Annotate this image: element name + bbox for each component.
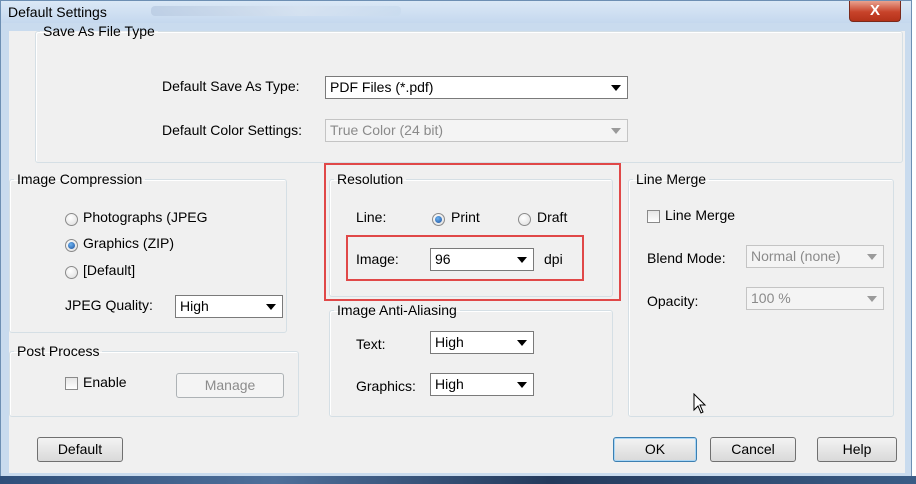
blurred-title-text bbox=[151, 6, 401, 16]
jpeg-quality-select[interactable]: High bbox=[175, 295, 283, 318]
default-save-as-type-label: Default Save As Type: bbox=[162, 78, 300, 94]
chevron-down-icon bbox=[266, 304, 276, 310]
anti-aliasing-legend: Image Anti-Aliasing bbox=[337, 302, 457, 318]
window-left-edge bbox=[1, 23, 9, 481]
anti-aliasing-graphics-label: Graphics: bbox=[356, 378, 416, 394]
ok-button[interactable]: OK bbox=[613, 437, 697, 462]
radio-photographs-jpeg-label: Photographs (JPEG bbox=[83, 209, 208, 225]
line-merge-checkbox[interactable] bbox=[647, 210, 660, 223]
chevron-down-icon bbox=[867, 254, 877, 260]
cancel-button[interactable]: Cancel bbox=[710, 437, 796, 462]
manage-button[interactable]: Manage bbox=[176, 373, 284, 398]
chevron-down-icon bbox=[517, 382, 527, 388]
line-merge-checkbox-label: Line Merge bbox=[665, 207, 736, 223]
title-bar[interactable]: Default Settings X bbox=[1, 1, 911, 23]
jpeg-quality-label: JPEG Quality: bbox=[65, 297, 153, 313]
chevron-down-icon bbox=[611, 85, 621, 91]
chevron-down-icon bbox=[611, 128, 621, 134]
default-save-as-type-value: PDF Files (*.pdf) bbox=[330, 79, 434, 95]
opacity-select[interactable]: 100 % bbox=[746, 287, 884, 310]
anti-aliasing-text-value: High bbox=[435, 334, 464, 350]
radio-photographs-jpeg[interactable] bbox=[65, 213, 78, 226]
close-button[interactable]: X bbox=[849, 1, 901, 22]
taskbar-strip bbox=[0, 476, 916, 484]
radio-default-label: [Default] bbox=[83, 262, 136, 278]
enable-checkbox-label: Enable bbox=[83, 374, 127, 390]
anti-aliasing-graphics-select[interactable]: High bbox=[430, 373, 534, 396]
blend-mode-select[interactable]: Normal (none) bbox=[746, 245, 884, 268]
anti-aliasing-text-select[interactable]: High bbox=[430, 331, 534, 354]
anti-aliasing-text-label: Text: bbox=[356, 336, 386, 352]
opacity-label: Opacity: bbox=[647, 293, 699, 309]
default-color-settings-select[interactable]: True Color (24 bit) bbox=[325, 119, 628, 142]
blend-mode-value: Normal (none) bbox=[751, 248, 841, 264]
save-as-legend: Save As File Type bbox=[43, 23, 155, 39]
window-title: Default Settings bbox=[8, 4, 107, 20]
opacity-value: 100 % bbox=[751, 290, 791, 306]
chevron-down-icon bbox=[867, 296, 877, 302]
anti-aliasing-graphics-value: High bbox=[435, 376, 464, 392]
default-color-settings-label: Default Color Settings: bbox=[162, 122, 303, 138]
help-button[interactable]: Help bbox=[817, 437, 897, 462]
blend-mode-label: Blend Mode: bbox=[647, 250, 726, 266]
image-dpi-highlight-box bbox=[346, 235, 584, 281]
radio-graphics-zip[interactable] bbox=[65, 239, 78, 252]
radio-graphics-zip-label: Graphics (ZIP) bbox=[83, 235, 175, 251]
enable-checkbox[interactable] bbox=[65, 377, 78, 390]
jpeg-quality-value: High bbox=[180, 298, 209, 314]
mouse-pointer-icon bbox=[693, 393, 707, 414]
chevron-down-icon bbox=[517, 340, 527, 346]
default-button[interactable]: Default bbox=[37, 437, 123, 462]
radio-default[interactable] bbox=[65, 266, 78, 279]
dialog-window: Default Settings X Save As File Type Def… bbox=[0, 0, 912, 481]
post-process-legend: Post Process bbox=[17, 343, 100, 359]
default-save-as-type-select[interactable]: PDF Files (*.pdf) bbox=[325, 76, 628, 99]
default-color-settings-value: True Color (24 bit) bbox=[330, 122, 444, 138]
anti-aliasing-group: Image Anti-Aliasing bbox=[329, 302, 613, 417]
dialog-client-area: Save As File Type Default Save As Type: … bbox=[9, 23, 905, 473]
image-compression-legend: Image Compression bbox=[17, 171, 143, 187]
line-merge-legend: Line Merge bbox=[636, 171, 707, 187]
